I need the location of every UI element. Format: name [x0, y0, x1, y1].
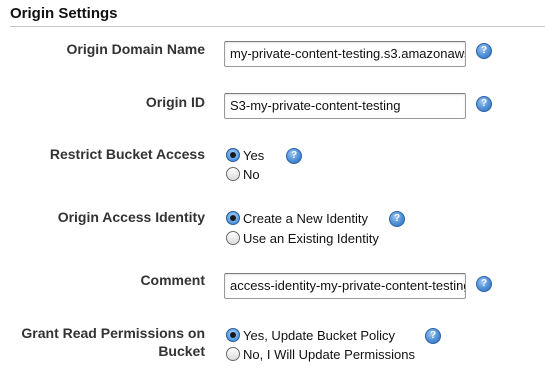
- grant-read-permissions-help-icon[interactable]: ?: [425, 328, 441, 344]
- origin-access-identity-create-option[interactable]: Create a New Identity: [226, 209, 368, 227]
- restrict-bucket-access-no-label: No: [243, 166, 260, 182]
- restrict-bucket-access-yes-radio[interactable]: [226, 148, 240, 162]
- restrict-bucket-access-label: Restrict Bucket Access: [49, 146, 205, 162]
- section-title: Origin Settings: [10, 5, 118, 22]
- origin-access-identity-help-icon[interactable]: ?: [389, 211, 405, 227]
- grant-read-permissions-label-line2: Bucket: [158, 343, 205, 359]
- grant-read-permissions-yes-radio[interactable]: [226, 328, 240, 342]
- grant-read-permissions-no-radio[interactable]: [226, 347, 240, 361]
- origin-access-identity-existing-label: Use an Existing Identity: [243, 230, 379, 246]
- restrict-bucket-access-no-radio[interactable]: [226, 167, 240, 181]
- comment-help-icon[interactable]: ?: [476, 276, 492, 292]
- comment-label: Comment: [140, 272, 205, 288]
- origin-id-input[interactable]: S3-my-private-content-testing: [224, 93, 466, 119]
- restrict-bucket-access-help-icon[interactable]: ?: [286, 148, 302, 164]
- grant-read-permissions-no-option[interactable]: No, I Will Update Permissions: [226, 345, 415, 363]
- origin-access-identity-existing-option[interactable]: Use an Existing Identity: [226, 229, 379, 247]
- origin-id-label: Origin ID: [145, 94, 205, 110]
- comment-input[interactable]: access-identity-my-private-content-testi…: [224, 273, 466, 299]
- grant-read-permissions-yes-option[interactable]: Yes, Update Bucket Policy: [226, 326, 395, 344]
- origin-id-help-icon[interactable]: ?: [476, 96, 492, 112]
- origin-domain-name-label: Origin Domain Name: [66, 41, 205, 57]
- origin-access-identity-create-radio[interactable]: [226, 211, 240, 225]
- restrict-bucket-access-yes-label: Yes: [243, 147, 265, 163]
- restrict-bucket-access-no-option[interactable]: No: [226, 165, 260, 183]
- restrict-bucket-access-yes-option[interactable]: Yes: [226, 146, 264, 164]
- grant-read-permissions-yes-label: Yes, Update Bucket Policy: [243, 327, 395, 343]
- origin-domain-name-help-icon[interactable]: ?: [476, 43, 492, 59]
- origin-access-identity-label: Origin Access Identity: [57, 209, 205, 225]
- origin-access-identity-create-label: Create a New Identity: [243, 210, 369, 226]
- origin-access-identity-existing-radio[interactable]: [226, 231, 240, 245]
- origin-domain-name-input[interactable]: my-private-content-testing.s3.amazonaws.…: [224, 41, 466, 67]
- section-divider: [10, 26, 545, 27]
- grant-read-permissions-label: Grant Read Permissions on Bucket: [0, 324, 205, 360]
- grant-read-permissions-label-line1: Grant Read Permissions on: [21, 325, 205, 341]
- grant-read-permissions-no-label: No, I Will Update Permissions: [243, 346, 415, 362]
